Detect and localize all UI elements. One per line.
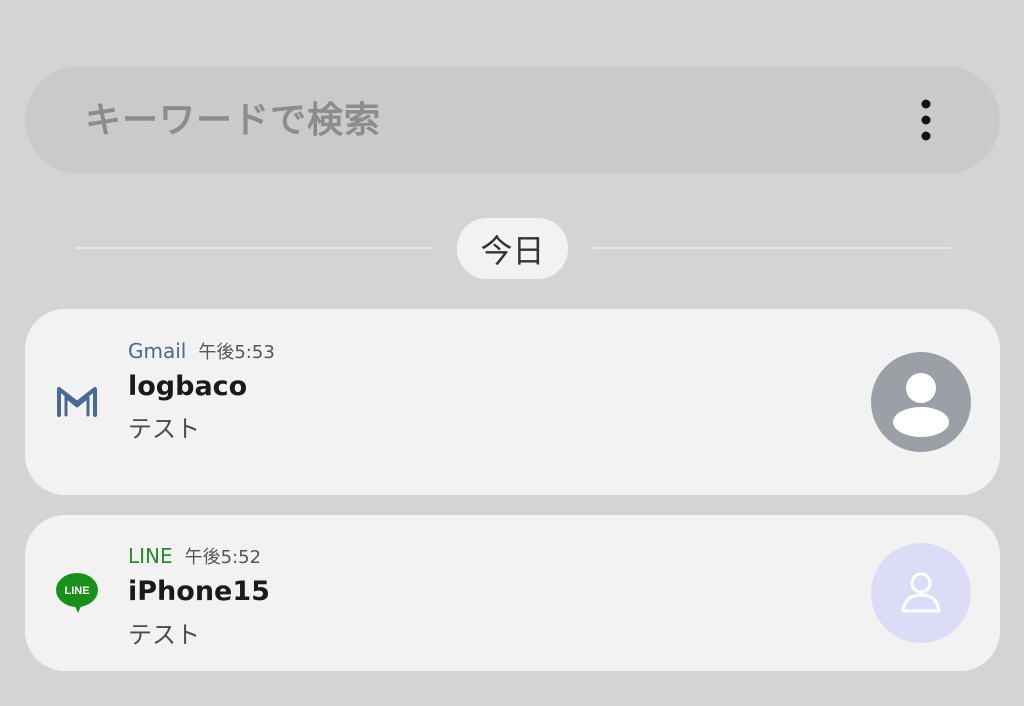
app-name: LINE [128, 544, 173, 568]
person-outline-icon [901, 572, 941, 613]
line-icon: LINE [53, 569, 101, 617]
notification-time: 午後5:52 [184, 547, 262, 568]
more-options-button[interactable] [902, 96, 950, 144]
search-input[interactable]: キーワードで検索 [85, 100, 381, 142]
search-bar[interactable]: キーワードで検索 [25, 66, 1000, 174]
notification-time: 午後5:53 [198, 342, 275, 363]
app-name: Gmail [128, 339, 187, 363]
notification-card-line[interactable]: LINE LINE 午後5:52 iPhone15 テスト [25, 515, 1000, 671]
avatar [871, 543, 971, 643]
notification-message: テスト [128, 415, 200, 443]
notification-meta: Gmail 午後5:53 [128, 338, 275, 364]
more-vertical-icon [921, 99, 931, 141]
divider-line-right [593, 247, 950, 249]
notification-sender: logbaco [128, 371, 248, 402]
default-avatar-icon [893, 373, 949, 437]
svg-text:LINE: LINE [64, 585, 89, 597]
notification-message: テスト [128, 621, 200, 649]
notification-sender: iPhone15 [128, 576, 270, 607]
divider-line-left [75, 247, 432, 249]
date-chip: 今日 [457, 218, 568, 279]
avatar [871, 352, 971, 452]
date-label: 今日 [480, 231, 545, 270]
gmail-icon [53, 377, 101, 425]
notification-meta: LINE 午後5:52 [128, 543, 261, 569]
notification-card-gmail[interactable]: Gmail 午後5:53 logbaco テスト [25, 309, 1000, 495]
